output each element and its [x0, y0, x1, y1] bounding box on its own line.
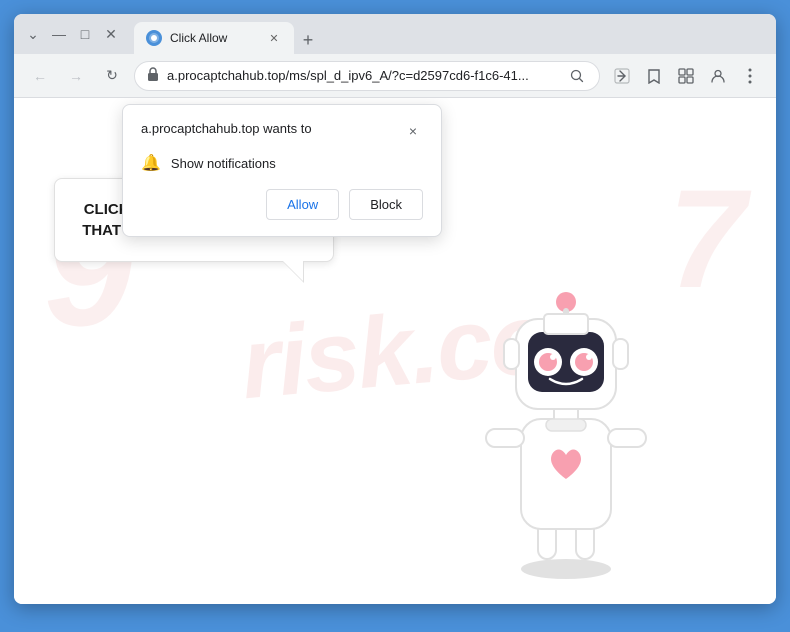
- robot-svg: [456, 264, 676, 584]
- toolbar-icons: [608, 62, 764, 90]
- lock-icon: [147, 67, 159, 84]
- robot-illustration: [456, 264, 676, 584]
- window-controls: ⌄ — □ ✕: [22, 23, 122, 45]
- bookmark-icon[interactable]: [640, 62, 668, 90]
- minimize-button[interactable]: —: [48, 23, 70, 45]
- chevron-down-icon[interactable]: ⌄: [22, 23, 44, 45]
- maximize-button[interactable]: □: [74, 23, 96, 45]
- profile-icon[interactable]: [704, 62, 732, 90]
- notification-popup: a.procaptchahub.top wants to × 🔔 Show no…: [122, 104, 442, 237]
- popup-site-text: a.procaptchahub.top wants to: [141, 121, 312, 136]
- address-bar[interactable]: a.procaptchahub.top/ms/spl_d_ipv6_A/?c=d…: [134, 61, 600, 91]
- extensions-icon[interactable]: [672, 62, 700, 90]
- allow-button[interactable]: Allow: [266, 189, 339, 220]
- permission-text: Show notifications: [171, 156, 276, 171]
- title-bar: ⌄ — □ ✕ Click Allow ✕ +: [14, 14, 776, 54]
- popup-header: a.procaptchahub.top wants to ×: [141, 121, 423, 141]
- back-button[interactable]: ←: [26, 62, 54, 90]
- new-tab-button[interactable]: +: [294, 26, 322, 54]
- reload-button[interactable]: ↻: [98, 62, 126, 90]
- menu-icon[interactable]: [736, 62, 764, 90]
- forward-button[interactable]: →: [62, 62, 90, 90]
- popup-close-button[interactable]: ×: [403, 121, 423, 141]
- active-tab[interactable]: Click Allow ✕: [134, 22, 294, 54]
- tab-area: Click Allow ✕ +: [134, 14, 768, 54]
- bell-icon: 🔔: [141, 153, 161, 173]
- block-button[interactable]: Block: [349, 189, 423, 220]
- tab-title: Click Allow: [170, 31, 258, 45]
- browser-window: ⌄ — □ ✕ Click Allow ✕ + ← → ↻: [14, 14, 776, 604]
- content-area: risk.co 9 7 CLICK «ALLOW» TO CONFIRM THA…: [14, 98, 776, 604]
- popup-buttons: Allow Block: [141, 189, 423, 220]
- popup-permission-row: 🔔 Show notifications: [141, 153, 423, 173]
- address-bar-row: ← → ↻ a.procaptchahub.top/ms/spl_d_ipv6_…: [14, 54, 776, 98]
- tab-favicon: [146, 30, 162, 46]
- share-icon[interactable]: [608, 62, 636, 90]
- url-text: a.procaptchahub.top/ms/spl_d_ipv6_A/?c=d…: [167, 68, 559, 83]
- tab-close-button[interactable]: ✕: [266, 30, 282, 46]
- search-icon[interactable]: [567, 66, 587, 86]
- close-window-button[interactable]: ✕: [100, 23, 122, 45]
